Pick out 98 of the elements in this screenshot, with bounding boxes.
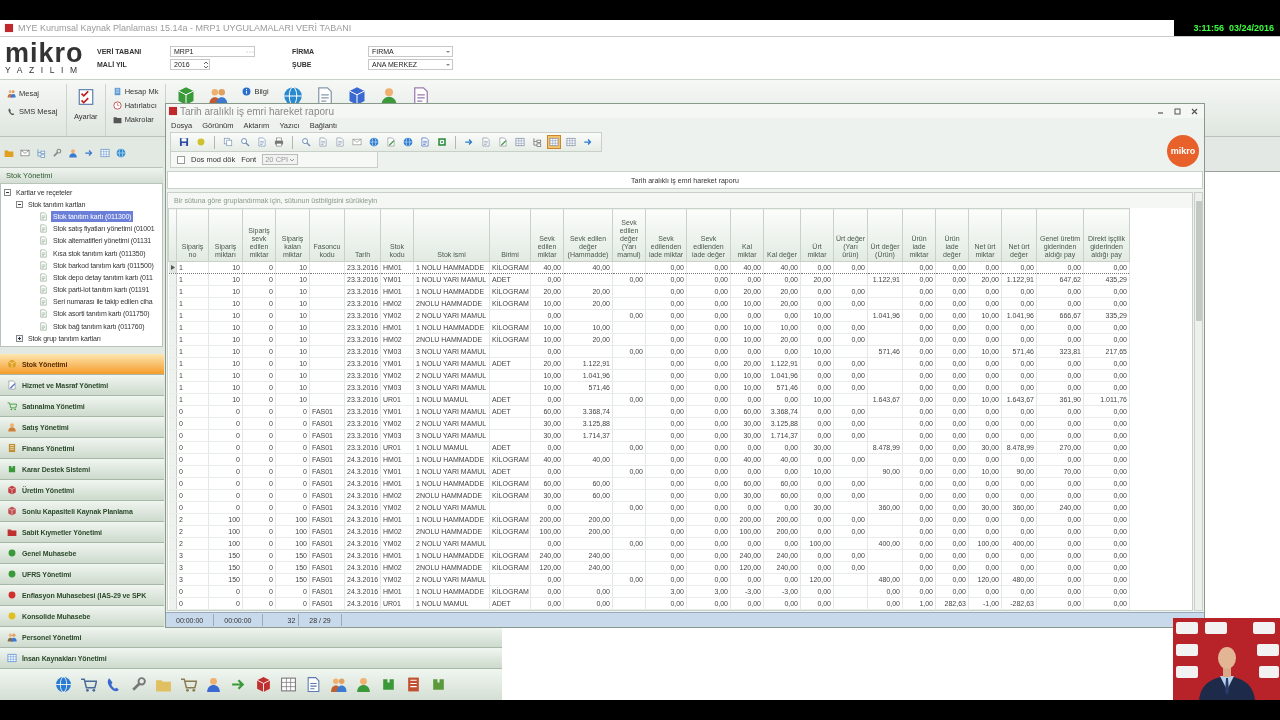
people-icon <box>7 632 17 642</box>
document-icon <box>335 137 345 147</box>
cart-icon <box>7 401 17 411</box>
document-icon <box>39 285 48 295</box>
edit-icon <box>498 137 508 147</box>
document-icon[interactable] <box>305 676 322 693</box>
notebook-icon[interactable] <box>405 676 422 693</box>
edit-icon <box>386 137 396 147</box>
search-icon <box>301 137 311 147</box>
arrow-icon <box>583 137 593 147</box>
sphere-icon <box>7 611 17 621</box>
app-icon <box>4 23 14 33</box>
grid-icon <box>7 653 17 663</box>
grid-icon[interactable] <box>280 676 297 693</box>
spreadsheet-icon <box>437 137 447 147</box>
puzzle-icon[interactable] <box>430 676 447 693</box>
toolbar-button[interactable] <box>177 135 191 149</box>
sphere-icon <box>196 137 206 147</box>
tree-toggle[interactable] <box>16 200 23 208</box>
person-icon[interactable] <box>205 676 222 693</box>
save-icon <box>179 137 189 147</box>
tree-toggle[interactable] <box>4 188 11 196</box>
app-icon <box>168 106 178 116</box>
document-icon <box>39 272 48 282</box>
clock-date: 03/24/2016 <box>1228 23 1274 33</box>
tree-icon[interactable] <box>36 148 46 158</box>
document-icon <box>39 248 48 258</box>
folder-icon <box>7 527 17 537</box>
notebook-icon <box>7 443 17 453</box>
globe-icon <box>403 137 413 147</box>
grid-icon <box>515 137 525 147</box>
document-icon <box>39 297 48 307</box>
document-icon <box>39 321 48 331</box>
maximize-icon[interactable] <box>1174 107 1181 115</box>
wrench-icon[interactable] <box>130 676 147 693</box>
print-icon <box>274 137 284 147</box>
globe-icon[interactable] <box>55 676 72 693</box>
clock-time: 3:11:56 <box>1193 23 1224 33</box>
cube-icon <box>7 359 17 369</box>
sphere-icon <box>7 548 17 558</box>
person-icon[interactable] <box>68 148 78 158</box>
copy-icon <box>223 137 233 147</box>
document-icon <box>39 211 48 221</box>
search-icon <box>240 137 250 147</box>
document-icon <box>39 260 48 270</box>
toolbar-button[interactable] <box>272 135 286 149</box>
toolbar-button[interactable] <box>401 135 415 149</box>
checklist-icon <box>76 88 95 106</box>
logo-text: mikro <box>5 41 85 65</box>
document-icon <box>39 236 48 246</box>
spin-arrows-icon[interactable] <box>203 60 209 69</box>
arrow-icon[interactable] <box>84 148 94 158</box>
folder-icon[interactable] <box>4 148 14 158</box>
grid-icon <box>566 137 576 147</box>
document-icon <box>318 137 328 147</box>
cube-icon <box>7 485 17 495</box>
cube-icon[interactable] <box>255 676 272 693</box>
checkbox[interactable] <box>177 155 185 164</box>
toolbar-button[interactable] <box>367 135 381 149</box>
grid-icon <box>549 137 559 147</box>
document-icon <box>39 309 48 319</box>
notebook-icon <box>112 87 122 96</box>
globe-icon[interactable] <box>116 148 126 158</box>
dropdown-caret-icon <box>289 157 296 162</box>
person-icon <box>7 422 17 432</box>
puzzle-icon[interactable] <box>380 676 397 693</box>
sphere-icon <box>7 569 17 579</box>
grid-icon[interactable] <box>100 148 110 158</box>
person-icon[interactable] <box>355 676 372 693</box>
document-icon <box>39 224 48 234</box>
info-icon <box>242 87 252 96</box>
window-title: MYE Kurumsal Kaynak Planlaması 15.14a - MRP1 UYGULAMALARI VERİ TABANI <box>18 23 352 33</box>
folder-icon <box>112 115 122 124</box>
cart-icon[interactable] <box>80 676 97 693</box>
window-title: Tarih aralıklı iş emri hareket raporu <box>180 105 334 117</box>
tree-toggle[interactable] <box>16 334 23 342</box>
cube-icon <box>7 506 17 516</box>
phone-icon[interactable] <box>105 676 122 693</box>
document-icon <box>481 137 491 147</box>
people-icon <box>7 89 16 98</box>
people-icon[interactable] <box>330 676 347 693</box>
arrow-icon <box>464 137 474 147</box>
globe-icon <box>369 137 379 147</box>
cart-icon[interactable] <box>180 676 197 693</box>
envelope-icon[interactable] <box>20 148 30 158</box>
logo-tagline: YAZILIM <box>5 65 85 75</box>
wrench-icon[interactable] <box>52 148 62 158</box>
logo-badge: mikro <box>1167 135 1199 167</box>
puzzle-icon <box>7 464 17 474</box>
edit-icon <box>7 380 17 390</box>
document-icon <box>420 137 430 147</box>
close-icon[interactable] <box>1191 107 1198 115</box>
phone-icon <box>7 107 16 116</box>
document-icon <box>257 137 267 147</box>
tree-icon <box>532 137 542 147</box>
envelope-icon <box>352 137 362 147</box>
sphere-icon <box>7 590 17 600</box>
clock-icon <box>112 101 122 110</box>
